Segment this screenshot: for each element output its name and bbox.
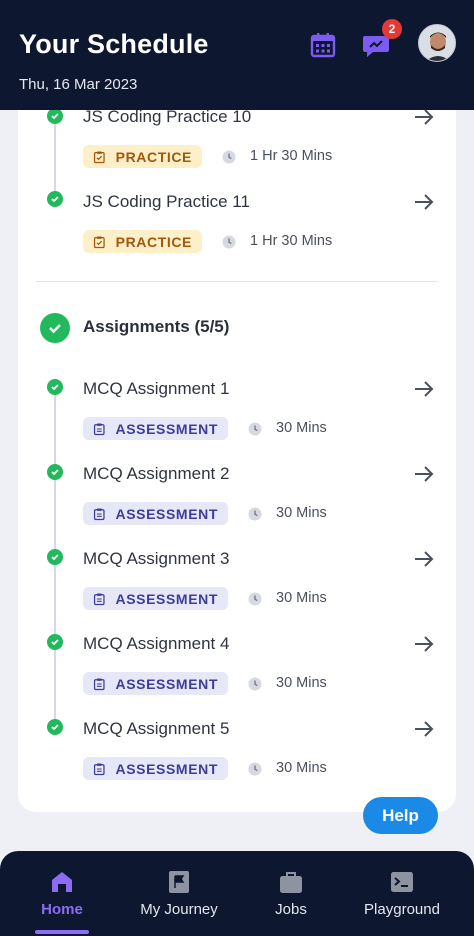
assessment-tag: ASSESSMENT bbox=[83, 587, 228, 610]
completed-check-icon bbox=[47, 108, 63, 124]
active-tab-indicator bbox=[35, 930, 89, 934]
clipboard-icon bbox=[93, 678, 105, 690]
arrow-right-icon[interactable] bbox=[413, 634, 435, 654]
nav-label: Home bbox=[41, 901, 83, 918]
tag-label: ASSESSMENT bbox=[115, 590, 218, 607]
tag-label: ASSESSMENT bbox=[115, 420, 218, 437]
completed-check-icon bbox=[47, 379, 63, 395]
item-title[interactable]: MCQ Assignment 1 bbox=[83, 379, 229, 399]
practice-tag: PRACTICE bbox=[83, 230, 202, 253]
clock-icon bbox=[222, 150, 236, 164]
current-date: Thu, 16 Mar 2023 bbox=[19, 76, 138, 93]
nav-jobs[interactable]: Jobs bbox=[261, 851, 321, 936]
clock-icon bbox=[248, 507, 262, 521]
duration-text: 1 Hr 30 Mins bbox=[250, 148, 333, 164]
assessment-tag: ASSESSMENT bbox=[83, 672, 228, 695]
item-title[interactable]: MCQ Assignment 3 bbox=[83, 549, 229, 569]
section-divider bbox=[36, 281, 438, 282]
clock-icon bbox=[248, 677, 262, 691]
duration-text: 30 Mins bbox=[276, 420, 327, 436]
tag-label: PRACTICE bbox=[115, 233, 192, 250]
duration-text: 1 Hr 30 Mins bbox=[250, 233, 333, 249]
user-avatar-icon bbox=[419, 25, 455, 61]
app-header: Your Schedule Thu, 16 Mar 2023 2 bbox=[0, 0, 474, 110]
clock-icon bbox=[222, 235, 236, 249]
item-title[interactable]: JS Coding Practice 10 bbox=[83, 107, 251, 127]
nav-home[interactable]: Home bbox=[32, 851, 92, 936]
briefcase-icon bbox=[280, 872, 302, 893]
tag-label: PRACTICE bbox=[115, 148, 192, 165]
completed-check-icon bbox=[47, 191, 63, 207]
notification-badge: 2 bbox=[382, 19, 402, 39]
home-icon bbox=[52, 872, 72, 892]
clock-icon bbox=[248, 762, 262, 776]
assessment-tag: ASSESSMENT bbox=[83, 757, 228, 780]
page-title: Your Schedule bbox=[19, 29, 209, 59]
completed-check-icon bbox=[47, 719, 63, 735]
schedule-card bbox=[18, 80, 456, 812]
nav-label: Jobs bbox=[275, 901, 307, 918]
clipboard-icon bbox=[93, 235, 105, 248]
arrow-right-icon[interactable] bbox=[413, 464, 435, 484]
completed-check-icon bbox=[47, 464, 63, 480]
clipboard-icon bbox=[93, 593, 105, 605]
duration-text: 30 Mins bbox=[276, 760, 327, 776]
tag-label: ASSESSMENT bbox=[115, 675, 218, 692]
nav-playground[interactable]: Playground bbox=[357, 851, 447, 936]
item-title[interactable]: MCQ Assignment 4 bbox=[83, 634, 229, 654]
tag-label: ASSESSMENT bbox=[115, 760, 218, 777]
item-title[interactable]: JS Coding Practice 11 bbox=[83, 192, 250, 212]
nav-my-journey[interactable]: My Journey bbox=[134, 851, 224, 936]
flag-icon bbox=[169, 871, 189, 893]
assessment-tag: ASSESSMENT bbox=[83, 417, 228, 440]
duration-text: 30 Mins bbox=[276, 590, 327, 606]
duration-text: 30 Mins bbox=[276, 675, 327, 691]
arrow-right-icon[interactable] bbox=[413, 719, 435, 739]
terminal-icon bbox=[391, 872, 413, 892]
duration-text: 30 Mins bbox=[276, 505, 327, 521]
clock-icon bbox=[248, 592, 262, 606]
arrow-right-icon[interactable] bbox=[413, 107, 435, 127]
clock-icon bbox=[248, 422, 262, 436]
assessment-tag: ASSESSMENT bbox=[83, 502, 228, 525]
item-title[interactable]: MCQ Assignment 2 bbox=[83, 464, 229, 484]
section-complete-icon bbox=[40, 313, 70, 343]
completed-check-icon bbox=[47, 549, 63, 565]
tag-label: ASSESSMENT bbox=[115, 505, 218, 522]
clipboard-icon bbox=[93, 423, 105, 435]
arrow-right-icon[interactable] bbox=[413, 549, 435, 569]
completed-check-icon bbox=[47, 634, 63, 650]
clipboard-icon bbox=[93, 150, 105, 163]
clipboard-icon bbox=[93, 763, 105, 775]
item-title[interactable]: MCQ Assignment 5 bbox=[83, 719, 229, 739]
nav-label: My Journey bbox=[140, 901, 218, 918]
calendar-icon[interactable] bbox=[309, 31, 337, 59]
arrow-right-icon[interactable] bbox=[413, 379, 435, 399]
nav-label: Playground bbox=[364, 901, 440, 918]
avatar[interactable] bbox=[418, 24, 456, 62]
arrow-right-icon[interactable] bbox=[413, 192, 435, 212]
help-button[interactable]: Help bbox=[363, 797, 438, 834]
clipboard-icon bbox=[93, 508, 105, 520]
section-title[interactable]: Assignments (5/5) bbox=[83, 317, 229, 337]
practice-tag: PRACTICE bbox=[83, 145, 202, 168]
bottom-navigation: Home My Journey Jobs Playground bbox=[0, 851, 474, 936]
